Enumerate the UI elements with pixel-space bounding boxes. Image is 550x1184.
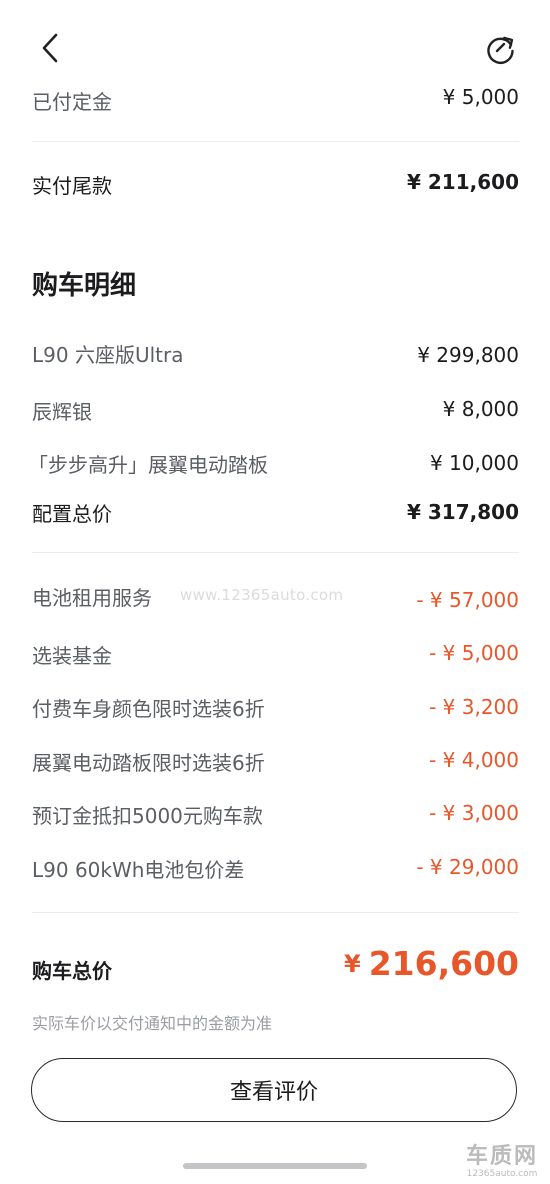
brand-logo: 车质网 12365auto.com bbox=[456, 1146, 548, 1182]
detail-item-value: ¥ 299,800 bbox=[417, 343, 519, 367]
discount-label: 电池租用服务 bbox=[32, 586, 152, 610]
divider bbox=[32, 552, 519, 553]
currency-symbol: ¥ bbox=[343, 950, 361, 978]
divider bbox=[32, 141, 519, 142]
detail-item-label: 「步步高升」展翼电动踏板 bbox=[28, 453, 268, 477]
brand-url: 12365auto.com bbox=[466, 1169, 538, 1179]
detail-item-label: L90 六座版Ultra bbox=[32, 343, 184, 367]
balance-label: 实付尾款 bbox=[32, 174, 112, 198]
refresh-icon bbox=[487, 36, 514, 64]
total-label: 购车总价 bbox=[32, 959, 112, 983]
chevron-left-icon bbox=[42, 33, 58, 63]
view-review-button[interactable]: 查看评价 bbox=[31, 1058, 517, 1122]
brand-name: 车质网 bbox=[465, 1144, 538, 1169]
discount-value: - ¥ 57,000 bbox=[416, 588, 519, 612]
divider bbox=[32, 912, 519, 913]
total-price: ¥216,600 bbox=[344, 944, 519, 983]
deposit-value: ¥ 5,000 bbox=[442, 85, 519, 109]
total-amount: 216,600 bbox=[368, 944, 519, 983]
config-total-value: ¥ 317,800 bbox=[407, 500, 519, 524]
discount-label: 预订金抵扣5000元购车款 bbox=[32, 804, 263, 828]
section-title: 购车明细 bbox=[32, 271, 137, 301]
config-total-label: 配置总价 bbox=[32, 502, 112, 526]
watermark: www.12365auto.com bbox=[180, 586, 344, 604]
price-note: 实际车价以交付通知中的金额为准 bbox=[32, 1014, 273, 1033]
detail-item-value: ¥ 8,000 bbox=[442, 397, 519, 421]
discount-label: 付费车身颜色限时选装6折 bbox=[32, 697, 265, 721]
back-button[interactable] bbox=[36, 30, 66, 66]
detail-item-value: ¥ 10,000 bbox=[429, 451, 519, 475]
balance-value: ¥ 211,600 bbox=[407, 170, 519, 194]
detail-item-label: 辰辉银 bbox=[32, 400, 92, 424]
discount-value: - ¥ 29,000 bbox=[416, 855, 519, 879]
discount-value: - ¥ 3,000 bbox=[429, 801, 519, 825]
home-indicator[interactable] bbox=[183, 1163, 367, 1169]
discount-value: - ¥ 3,200 bbox=[429, 695, 519, 719]
deposit-label: 已付定金 bbox=[32, 90, 112, 114]
discount-label: 选装基金 bbox=[32, 644, 112, 668]
discount-label: L90 60kWh电池包价差 bbox=[32, 858, 245, 882]
discount-value: - ¥ 4,000 bbox=[429, 748, 519, 772]
refresh-button[interactable] bbox=[484, 32, 518, 66]
discount-label: 展翼电动踏板限时选装6折 bbox=[32, 751, 265, 775]
discount-value: - ¥ 5,000 bbox=[429, 641, 519, 665]
